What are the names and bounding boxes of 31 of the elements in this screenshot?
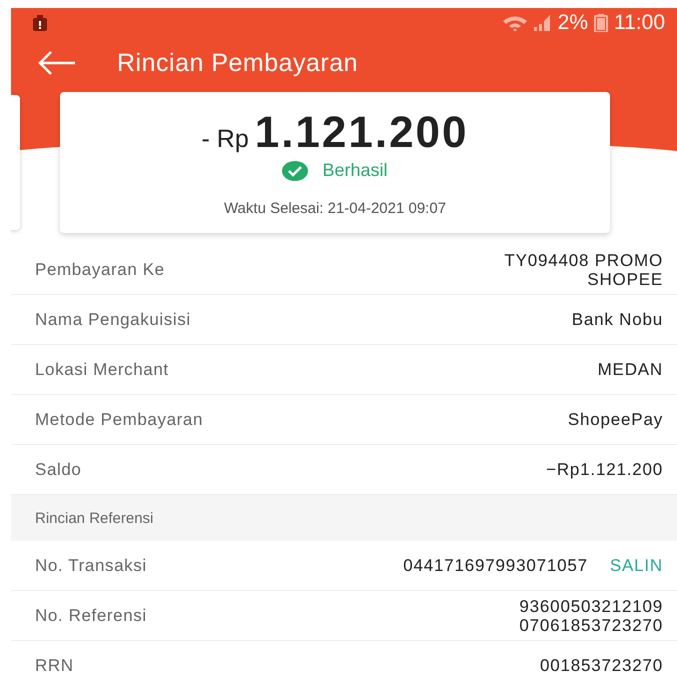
detail-value: 93600503212109 07061853723270: [519, 596, 663, 634]
notification-icon: [33, 15, 47, 31]
detail-value: 044171697993071057: [403, 556, 588, 575]
detail-label: Saldo: [35, 460, 82, 480]
detail-label: Pembayaran Ke: [35, 260, 165, 280]
payment-amount: 1.121.200: [254, 108, 468, 158]
completion-time: Waktu Selesai: 21-04-2021 09:07: [222, 200, 448, 216]
battery-icon: [594, 14, 608, 32]
detail-label: Lokasi Merchant: [35, 360, 169, 380]
detail-label: RRN: [35, 656, 74, 676]
back-button[interactable]: [37, 51, 77, 75]
detail-value: ShopeePay: [568, 410, 663, 429]
detail-label: No. Transaksi: [35, 556, 147, 576]
detail-value: 001853723270: [540, 656, 663, 675]
detail-label: No. Referensi: [35, 606, 147, 626]
section-header: Rincian Referensi: [35, 510, 154, 526]
signal-icon: [532, 15, 552, 31]
detail-label: Nama Pengakuisisi: [35, 310, 191, 330]
wifi-icon: [502, 15, 528, 31]
detail-value: MEDAN: [598, 360, 663, 379]
payment-status: Berhasil: [322, 160, 388, 181]
check-icon: [282, 160, 308, 180]
detail-value: Bank Nobu: [572, 310, 663, 329]
battery-percent: 2%: [558, 11, 588, 35]
page-title: Rincian Pembayaran: [117, 48, 358, 78]
detail-label: Metode Pembayaran: [35, 410, 204, 430]
clock-time: 11:00: [614, 11, 665, 35]
detail-value: −Rp1.121.200: [546, 460, 663, 479]
copy-link[interactable]: SALIN: [610, 556, 663, 576]
detail-value: TY094408 PROMO SHOPEE: [504, 250, 663, 288]
currency-prefix: - Rp: [202, 125, 249, 154]
